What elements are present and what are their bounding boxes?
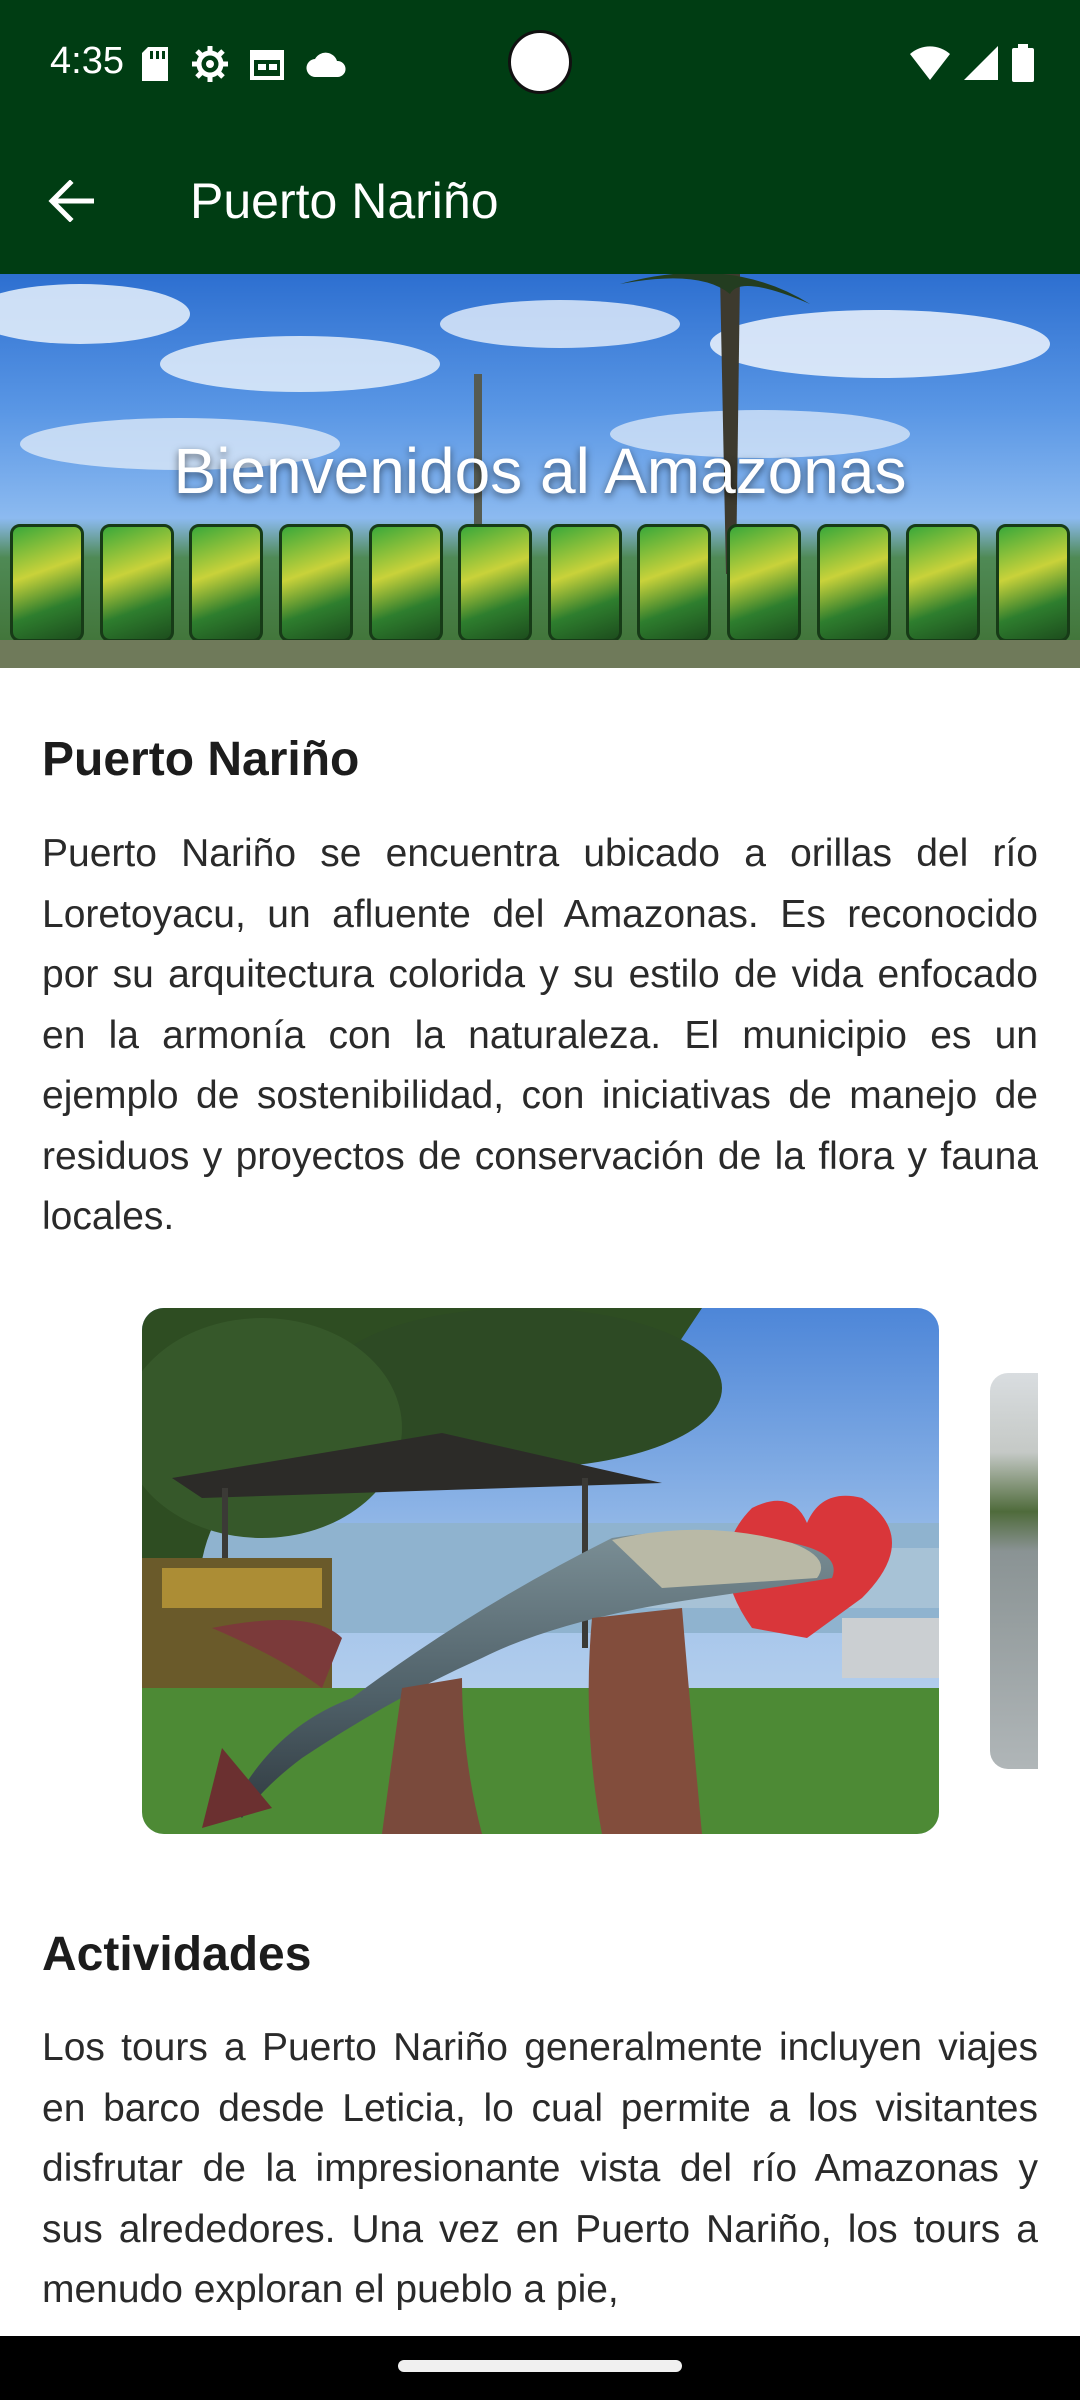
camera-cutout <box>508 30 572 94</box>
hero-letter-block <box>816 524 891 642</box>
hero-letter-block <box>995 524 1070 642</box>
hero-ground <box>0 640 1080 668</box>
carousel-image[interactable] <box>142 1308 939 1834</box>
page-title: Puerto Nariño <box>190 173 499 229</box>
hero-letter-block <box>99 524 174 642</box>
hero-letter-block <box>458 524 533 642</box>
hero-letter-block <box>906 524 981 642</box>
carousel-photo-fish-statue <box>142 1308 939 1834</box>
hero-letter-block <box>189 524 264 642</box>
navigation-bar <box>0 2336 1080 2400</box>
status-icons-left <box>140 46 346 82</box>
status-icons-right <box>910 44 1034 82</box>
settings-icon <box>192 46 228 82</box>
hero-banner: Bienvenidos al Amazonas <box>0 274 1080 668</box>
section-title-actividades: Actividades <box>42 1928 312 1981</box>
back-button[interactable] <box>34 164 108 238</box>
arrow-left-icon <box>48 180 94 222</box>
hero-letter-block <box>727 524 801 642</box>
sd-card-icon <box>142 47 168 81</box>
hero-letter-block <box>10 524 84 642</box>
cloud-icon <box>306 52 346 77</box>
hero-letters <box>0 524 1080 644</box>
wifi-icon <box>910 46 950 80</box>
screen: 4:35 Puerto Nariño Bienvenidos al Amazon… <box>0 0 1080 2400</box>
home-gesture-handle[interactable] <box>398 2360 682 2372</box>
section-body-actividades: Los tours a Puerto Nariño generalmente i… <box>42 2026 1038 2311</box>
carousel-next-image[interactable] <box>990 1373 1038 1769</box>
hero-letter-block <box>368 524 443 642</box>
status-time: 4:35 <box>50 40 124 82</box>
battery-icon <box>1012 44 1034 82</box>
hero-letter-block <box>547 524 622 642</box>
hero-title: Bienvenidos al Amazonas <box>173 435 907 507</box>
section-title-puerto-narino: Puerto Nariño <box>42 733 360 786</box>
hero-letter-block <box>278 524 353 642</box>
signal-icon <box>964 46 998 80</box>
status-bar: 4:35 <box>0 0 1080 128</box>
calendar-icon <box>250 50 284 80</box>
section-body-puerto-narino: Puerto Nariño se encuentra ubicado a ori… <box>42 832 1038 1238</box>
hero-letter-block <box>637 524 712 642</box>
app-bar: Puerto Nariño <box>0 128 1080 274</box>
